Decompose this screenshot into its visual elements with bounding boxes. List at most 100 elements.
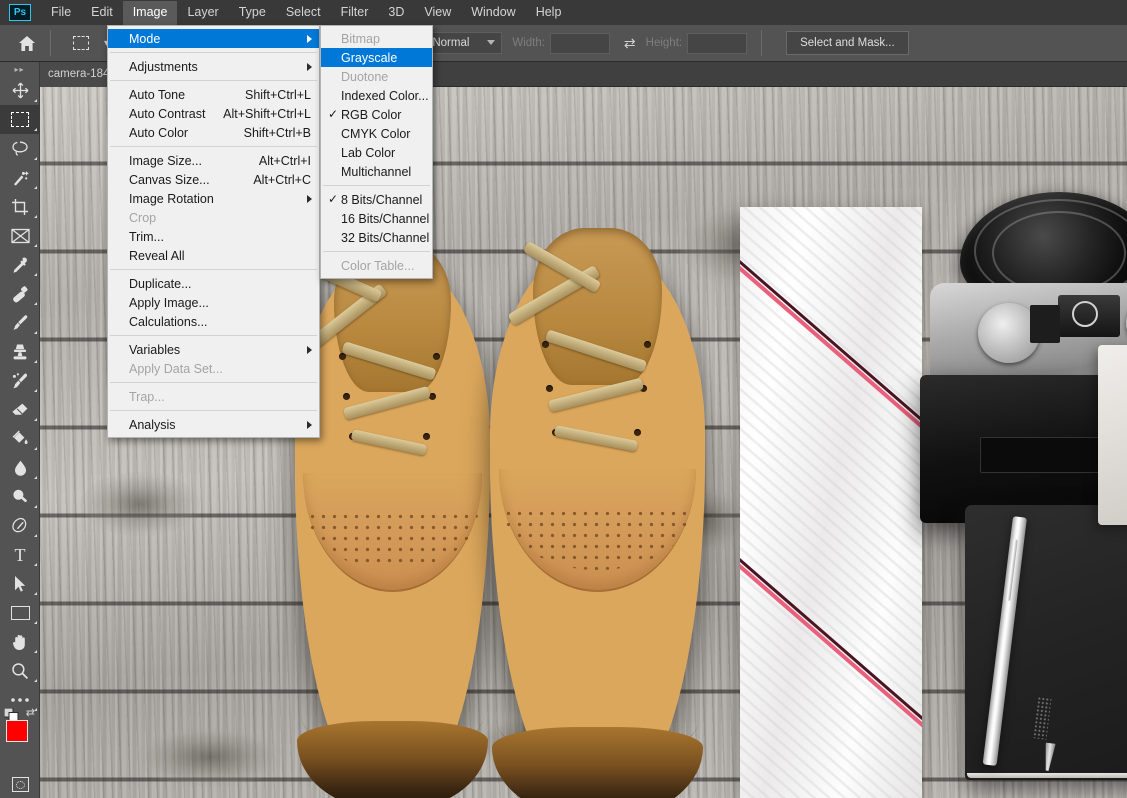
menu-item-label: Auto Tone bbox=[129, 87, 186, 102]
menu-separator bbox=[110, 146, 317, 147]
menu-item-32-bits-channel[interactable]: 32 Bits/Channel bbox=[321, 228, 432, 247]
menu-view[interactable]: View bbox=[414, 1, 461, 25]
menu-item-auto-color[interactable]: Auto Color Shift+Ctrl+B bbox=[108, 123, 319, 142]
mode-submenu[interactable]: Bitmap Grayscale Duotone Indexed Color... ✓ R… bbox=[320, 25, 433, 279]
photoshop-logo[interactable]: Ps bbox=[9, 4, 31, 21]
select-and-mask-button[interactable]: Select and Mask... bbox=[786, 31, 909, 55]
menu-item-label: Indexed Color... bbox=[341, 88, 429, 103]
dodge-tool[interactable] bbox=[0, 482, 40, 511]
eraser-tool[interactable] bbox=[0, 395, 40, 424]
menu-item-indexed-color[interactable]: Indexed Color... bbox=[321, 86, 432, 105]
double-chevron-right-icon[interactable]: ▸▸ bbox=[0, 62, 39, 76]
menu-item-shortcut: Alt+Ctrl+I bbox=[258, 153, 311, 168]
menu-item-duplicate[interactable]: Duplicate... bbox=[108, 274, 319, 293]
style-select[interactable]: Normal bbox=[424, 32, 503, 54]
gradient-tool[interactable] bbox=[0, 424, 40, 453]
pen-tool[interactable] bbox=[0, 511, 40, 540]
menu-item-cmyk-color[interactable]: CMYK Color bbox=[321, 124, 432, 143]
menu-separator bbox=[323, 251, 430, 252]
image-menu-dropdown[interactable]: Mode Adjustments Auto Tone Shift+Ctrl+L Auto… bbox=[107, 25, 320, 438]
type-icon: T bbox=[14, 544, 26, 565]
menu-separator bbox=[110, 80, 317, 81]
menu-item-trim[interactable]: Trim... bbox=[108, 227, 319, 246]
menu-type[interactable]: Type bbox=[229, 1, 276, 25]
menu-item-label: Auto Color bbox=[129, 125, 189, 140]
menu-item-auto-tone[interactable]: Auto Tone Shift+Ctrl+L bbox=[108, 85, 319, 104]
menu-item-label: CMYK Color bbox=[341, 126, 411, 141]
menu-image[interactable]: Image bbox=[122, 0, 178, 25]
brush-tool[interactable] bbox=[0, 308, 40, 337]
menu-filter[interactable]: Filter bbox=[331, 1, 379, 25]
menu-item-shortcut: Alt+Ctrl+C bbox=[253, 172, 311, 187]
menu-item-image-size[interactable]: Image Size... Alt+Ctrl+I bbox=[108, 151, 319, 170]
width-input[interactable] bbox=[549, 32, 610, 54]
swap-width-height-icon[interactable]: ⇄ bbox=[624, 35, 636, 52]
path-selection-tool[interactable] bbox=[0, 569, 40, 598]
hand-tool[interactable] bbox=[0, 627, 40, 656]
menu-item-label: Analysis bbox=[129, 417, 176, 432]
menu-separator bbox=[110, 410, 317, 411]
menu-item-reveal-all[interactable]: Reveal All bbox=[108, 246, 319, 265]
frame-tool[interactable] bbox=[0, 221, 40, 250]
menu-item-label: Grayscale bbox=[341, 50, 398, 65]
healing-brush-icon bbox=[13, 285, 28, 302]
menu-item-label: Multichannel bbox=[341, 164, 412, 179]
quick-mask-button[interactable] bbox=[0, 770, 40, 798]
menu-layer[interactable]: Layer bbox=[177, 1, 228, 25]
menu-item-16-bits-channel[interactable]: 16 Bits/Channel bbox=[321, 209, 432, 228]
menu-item-rgb-color[interactable]: ✓ RGB Color bbox=[321, 105, 432, 124]
eyedropper-tool[interactable] bbox=[0, 250, 40, 279]
shoe-right bbox=[490, 228, 705, 798]
options-divider-4 bbox=[761, 30, 763, 56]
menu-item-mode[interactable]: Mode bbox=[108, 29, 319, 48]
blur-tool[interactable] bbox=[0, 453, 40, 482]
menu-item-crop: Crop bbox=[108, 208, 319, 227]
menu-item-grayscale[interactable]: Grayscale bbox=[321, 48, 432, 67]
home-button[interactable] bbox=[10, 29, 44, 57]
menu-file[interactable]: File bbox=[41, 1, 81, 25]
history-brush-tool[interactable] bbox=[0, 366, 40, 395]
rectangular-marquee-tool[interactable] bbox=[0, 105, 40, 134]
water-drop-icon bbox=[14, 460, 26, 476]
menu-help[interactable]: Help bbox=[526, 1, 572, 25]
submenu-arrow-icon bbox=[307, 195, 312, 203]
quick-selection-tool[interactable] bbox=[0, 163, 40, 192]
menu-separator bbox=[110, 335, 317, 336]
spot-healing-brush-tool[interactable] bbox=[0, 279, 40, 308]
clone-stamp-tool[interactable] bbox=[0, 337, 40, 366]
menu-item-multichannel[interactable]: Multichannel bbox=[321, 162, 432, 181]
necktie bbox=[740, 207, 922, 798]
menu-item-canvas-size[interactable]: Canvas Size... Alt+Ctrl+C bbox=[108, 170, 319, 189]
menu-edit[interactable]: Edit bbox=[81, 1, 123, 25]
menu-item-image-rotation[interactable]: Image Rotation bbox=[108, 189, 319, 208]
crop-icon bbox=[12, 198, 28, 215]
menu-item-color-table: Color Table... bbox=[321, 256, 432, 275]
lasso-tool[interactable] bbox=[0, 134, 40, 163]
type-tool[interactable]: T bbox=[0, 540, 40, 569]
current-tool-button[interactable] bbox=[65, 30, 97, 56]
zoom-tool[interactable] bbox=[0, 656, 40, 685]
document-tab[interactable]: camera-184 bbox=[40, 61, 118, 87]
move-tool[interactable] bbox=[0, 76, 40, 105]
menu-select[interactable]: Select bbox=[276, 1, 331, 25]
menu-item-apply-image[interactable]: Apply Image... bbox=[108, 293, 319, 312]
menu-item-adjustments[interactable]: Adjustments bbox=[108, 57, 319, 76]
menu-item-analysis[interactable]: Analysis bbox=[108, 415, 319, 434]
menu-item-variables[interactable]: Variables bbox=[108, 340, 319, 359]
style-select-value: Normal bbox=[432, 37, 470, 49]
menu-item-label: Lab Color bbox=[341, 145, 396, 160]
chevron-down-icon bbox=[487, 40, 496, 45]
rectangle-tool[interactable] bbox=[0, 598, 40, 627]
menu-item-auto-contrast[interactable]: Auto Contrast Alt+Shift+Ctrl+L bbox=[108, 104, 319, 123]
menu-3d[interactable]: 3D bbox=[378, 1, 414, 25]
menu-item-calculations[interactable]: Calculations... bbox=[108, 312, 319, 331]
crop-tool[interactable] bbox=[0, 192, 40, 221]
menu-item-duotone: Duotone bbox=[321, 67, 432, 86]
menu-window[interactable]: Window bbox=[461, 1, 525, 25]
menu-item-lab-color[interactable]: Lab Color bbox=[321, 143, 432, 162]
menu-item-8-bits-channel[interactable]: ✓ 8 Bits/Channel bbox=[321, 190, 432, 209]
height-input[interactable] bbox=[687, 32, 748, 54]
swap-colors-icon[interactable]: ⇄ bbox=[26, 706, 35, 719]
tools-panel: ▸▸ T ⇄ bbox=[0, 62, 40, 798]
foreground-color-swatch[interactable] bbox=[6, 720, 28, 742]
